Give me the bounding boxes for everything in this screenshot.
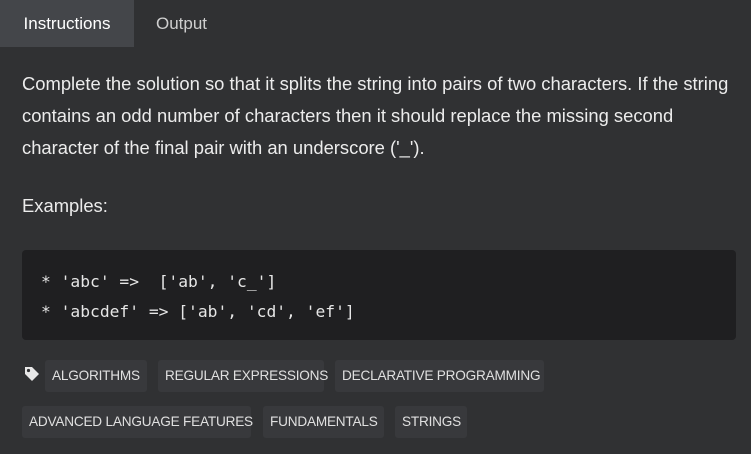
code-line: * 'abcdef' => ['ab', 'cd', 'ef'] [41, 302, 355, 321]
tag-declarative-programming[interactable]: DECLARATIVE PROGRAMMING [335, 360, 544, 392]
tab-instructions[interactable]: Instructions [0, 0, 134, 47]
tags-row: ADVANCED LANGUAGE FEATURES FUNDAMENTALS … [0, 406, 751, 438]
tag-advanced-language-features[interactable]: ADVANCED LANGUAGE FEATURES [22, 406, 253, 438]
tag-fundamentals[interactable]: FUNDAMENTALS [263, 406, 384, 438]
tag-icon [24, 366, 40, 382]
code-line: * 'abc' => ['ab', 'c_'] [41, 272, 277, 291]
kata-description: Complete the solution so that it splits … [22, 73, 729, 158]
tab-bar: Instructions Output [0, 0, 751, 47]
code-example-block: * 'abc' => ['ab', 'c_'] * 'abcdef' => ['a… [22, 250, 736, 340]
tag-regular-expressions[interactable]: REGULAR EXPRESSIONS [158, 360, 328, 392]
tag-strings[interactable]: STRINGS [395, 406, 467, 438]
examples-heading: Examples: [22, 195, 108, 216]
tab-output[interactable]: Output [134, 0, 229, 47]
tag-algorithms[interactable]: ALGORITHMS [45, 360, 147, 392]
tags-row: ALGORITHMS REGULAR EXPRESSIONS DECLARATI… [0, 360, 751, 392]
